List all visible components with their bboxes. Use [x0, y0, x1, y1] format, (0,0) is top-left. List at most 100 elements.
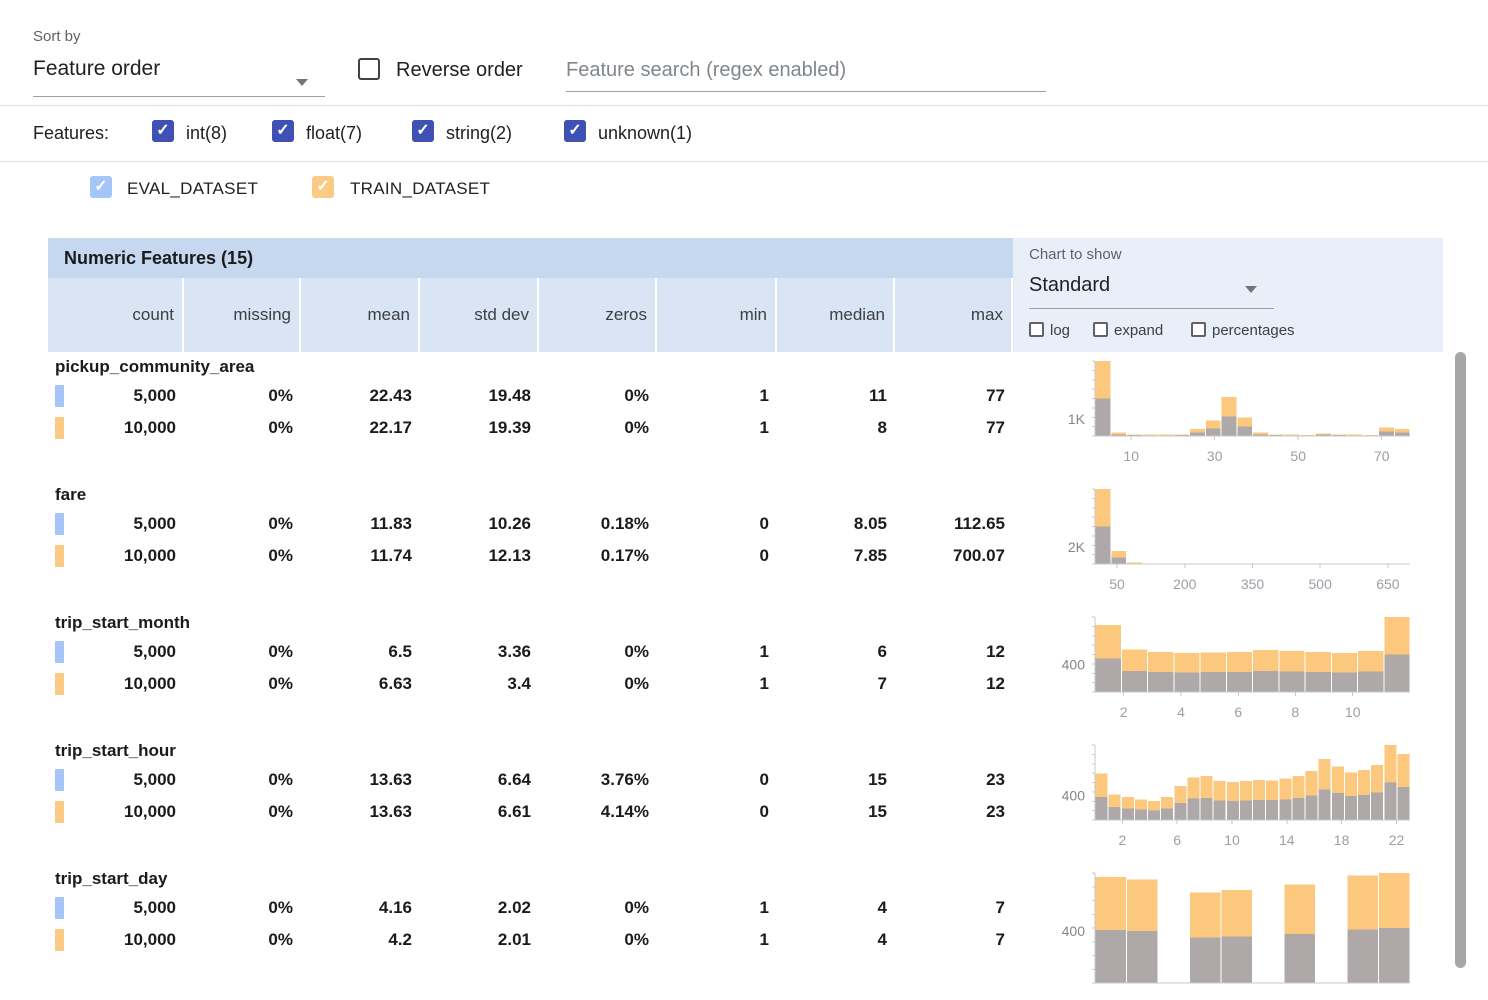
stat-stddev: 6.61: [420, 796, 539, 828]
stat-count: 5,000: [48, 892, 184, 924]
stat-stddev: 19.48: [420, 380, 539, 412]
stat-zeros: 0%: [539, 668, 657, 700]
stat-stddev: 2.01: [420, 924, 539, 956]
chevron-down-icon[interactable]: [1245, 286, 1257, 293]
stat-mean: 6.5: [301, 636, 420, 668]
percentages-checkbox[interactable]: [1191, 322, 1206, 337]
string-filter-checkbox[interactable]: [412, 120, 434, 142]
stat-median: 15: [777, 764, 895, 796]
stat-median: 11: [777, 380, 895, 412]
stat-count: 10,000: [48, 796, 184, 828]
stat-median: 8.05: [777, 508, 895, 540]
stat-min: 0: [657, 540, 777, 572]
eval-color-chip: [55, 769, 64, 791]
eval-dataset-checkbox[interactable]: [90, 176, 112, 198]
stat-mean: 13.63: [301, 764, 420, 796]
log-checkbox[interactable]: [1029, 322, 1044, 337]
svg-text:10: 10: [1345, 704, 1361, 720]
expand-label: expand: [1114, 322, 1163, 339]
col-header-mean: mean: [301, 278, 420, 352]
train-dataset-checkbox[interactable]: [312, 176, 334, 198]
sort-by-dropdown[interactable]: Feature order: [33, 57, 160, 81]
svg-text:400: 400: [1062, 923, 1086, 939]
eval-dataset-label: EVAL_DATASET: [127, 179, 258, 199]
stat-zeros: 0%: [539, 412, 657, 444]
stat-stddev: 12.13: [420, 540, 539, 572]
histogram-chart: 502003505006502K: [1013, 486, 1443, 608]
stat-missing: 0%: [184, 380, 301, 412]
stat-min: 1: [657, 412, 777, 444]
histogram-chart: 400: [1013, 870, 1443, 992]
stat-min: 0: [657, 764, 777, 796]
sort-by-underline: [33, 96, 325, 97]
int-filter-checkbox[interactable]: [152, 120, 174, 142]
stat-max: 12: [895, 668, 1013, 700]
chart-to-show-label: Chart to show: [1029, 246, 1122, 263]
chevron-down-icon[interactable]: [296, 79, 308, 86]
train-color-chip: [55, 801, 64, 823]
stat-min: 0: [657, 796, 777, 828]
stat-median: 6: [777, 636, 895, 668]
svg-text:14: 14: [1279, 832, 1295, 848]
stat-count: 5,000: [48, 636, 184, 668]
svg-text:400: 400: [1062, 657, 1086, 673]
stat-zeros: 0.18%: [539, 508, 657, 540]
feature-group: fare 5,000 0% 11.83 10.26 0.18% 0 8.05 1…: [48, 480, 1443, 608]
eval-color-chip: [55, 641, 64, 663]
table-title: Numeric Features (15): [48, 238, 1013, 278]
svg-text:50: 50: [1290, 448, 1306, 464]
stat-median: 7: [777, 668, 895, 700]
reverse-order-checkbox[interactable]: [358, 58, 380, 80]
float-filter-checkbox[interactable]: [272, 120, 294, 142]
stat-max: 7: [895, 892, 1013, 924]
stat-stddev: 10.26: [420, 508, 539, 540]
log-label: log: [1050, 322, 1070, 339]
stat-missing: 0%: [184, 668, 301, 700]
histogram-chart: 2610141822400: [1013, 742, 1443, 864]
stat-missing: 0%: [184, 412, 301, 444]
int-filter-label: int(8): [186, 123, 227, 144]
features-filter-bar: Features: int(8) float(7) string(2) unkn…: [0, 105, 1488, 162]
svg-text:200: 200: [1173, 576, 1197, 592]
stat-min: 1: [657, 668, 777, 700]
feature-search-input[interactable]: [566, 50, 1046, 92]
stat-missing: 0%: [184, 764, 301, 796]
eval-color-chip: [55, 513, 64, 535]
feature-group: trip_start_day 5,000 0% 4.16 2.02 0% 1 4…: [48, 864, 1443, 992]
vertical-scrollbar-thumb[interactable]: [1455, 352, 1466, 968]
stat-max: 12: [895, 636, 1013, 668]
svg-text:1K: 1K: [1068, 411, 1086, 427]
dataset-legend: EVAL_DATASET TRAIN_DATASET: [0, 176, 1488, 206]
stat-mean: 4.2: [301, 924, 420, 956]
stat-missing: 0%: [184, 796, 301, 828]
stat-max: 23: [895, 764, 1013, 796]
stat-mean: 6.63: [301, 668, 420, 700]
chart-type-dropdown[interactable]: Standard: [1029, 274, 1110, 297]
histogram-chart: 103050701K: [1013, 358, 1443, 480]
stat-mean: 11.83: [301, 508, 420, 540]
chart-type-underline: [1029, 308, 1274, 309]
stat-count: 10,000: [48, 924, 184, 956]
stat-median: 4: [777, 924, 895, 956]
svg-text:500: 500: [1309, 576, 1333, 592]
stat-missing: 0%: [184, 508, 301, 540]
stat-min: 1: [657, 636, 777, 668]
stat-missing: 0%: [184, 924, 301, 956]
col-header-max: max: [895, 278, 1013, 352]
expand-checkbox[interactable]: [1093, 322, 1108, 337]
stat-median: 4: [777, 892, 895, 924]
stat-zeros: 0%: [539, 892, 657, 924]
stat-median: 7.85: [777, 540, 895, 572]
sort-by-label: Sort by: [33, 28, 81, 45]
svg-text:22: 22: [1389, 832, 1405, 848]
stat-count: 10,000: [48, 412, 184, 444]
stat-stddev: 3.4: [420, 668, 539, 700]
unknown-filter-checkbox[interactable]: [564, 120, 586, 142]
stat-stddev: 3.36: [420, 636, 539, 668]
string-filter-label: string(2): [446, 123, 512, 144]
stat-max: 112.65: [895, 508, 1013, 540]
percentages-label: percentages: [1212, 322, 1295, 339]
stat-max: 700.07: [895, 540, 1013, 572]
svg-text:50: 50: [1109, 576, 1125, 592]
stat-stddev: 19.39: [420, 412, 539, 444]
